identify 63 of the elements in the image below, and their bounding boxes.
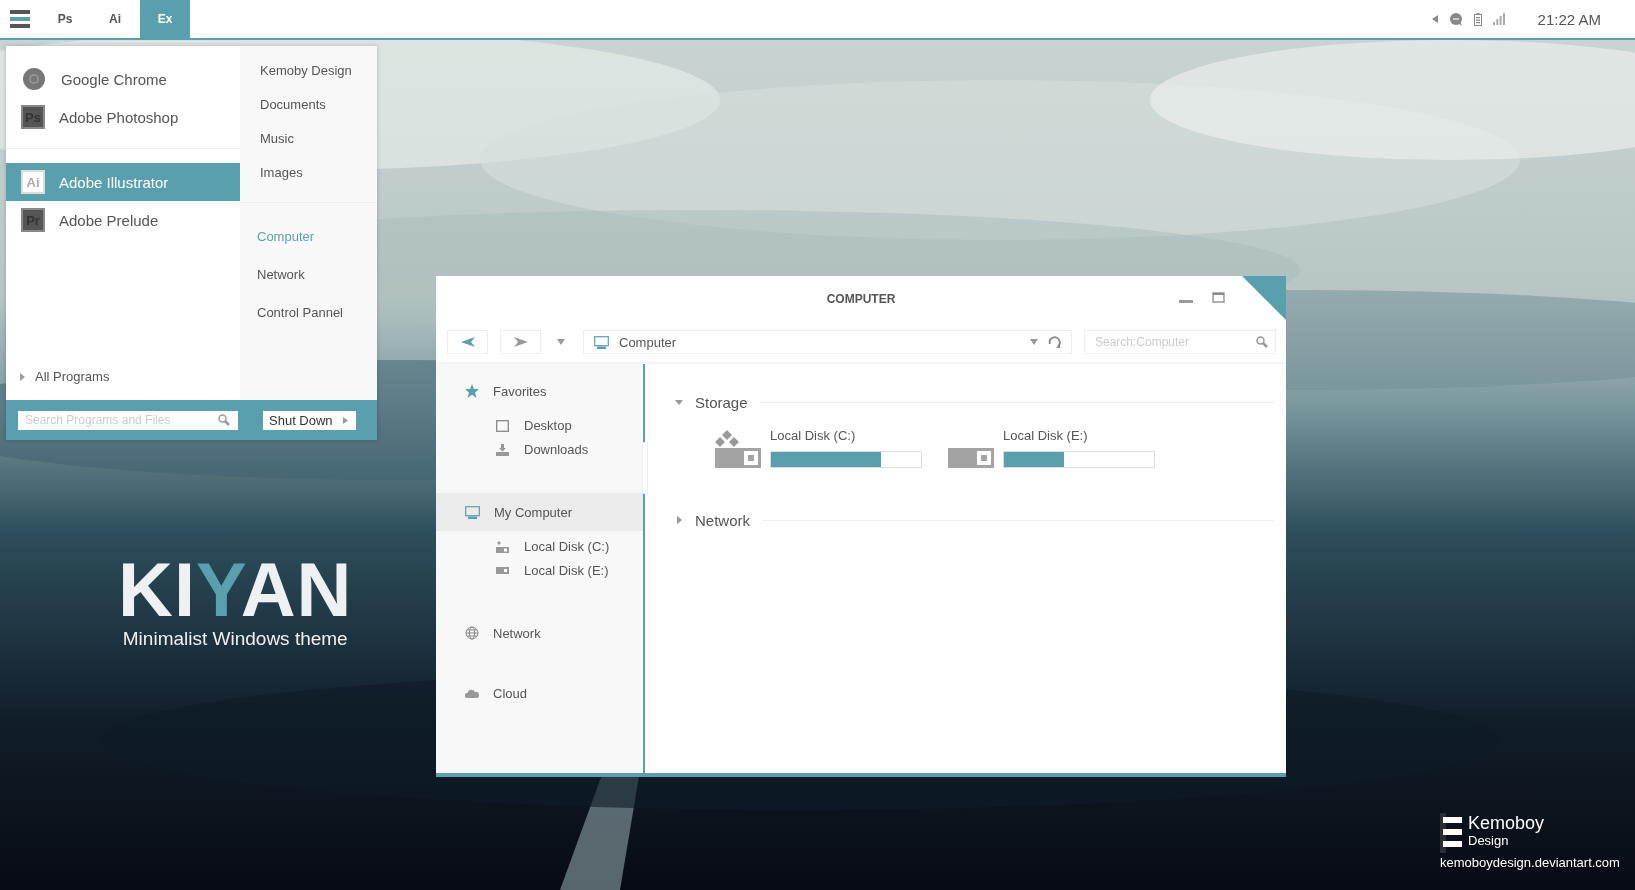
sidebar-item[interactable]: Local Disk (C:): [496, 537, 643, 556]
place-link[interactable]: Documents: [260, 97, 377, 112]
drive-icon: [496, 540, 509, 553]
caret-icon: [20, 372, 25, 381]
section-title: Network: [695, 511, 750, 529]
app-badge-icon: Ai: [21, 170, 45, 194]
caret-icon[interactable]: [557, 339, 565, 345]
program-item[interactable]: Google Chrome: [6, 60, 240, 98]
signal-icon[interactable]: [1492, 13, 1505, 25]
chat-bubble-icon[interactable]: [1448, 12, 1463, 26]
window-title: COMPUTER: [826, 292, 896, 306]
search-icon[interactable]: [1256, 336, 1268, 348]
forward-button[interactable]: [500, 330, 541, 354]
refresh-icon[interactable]: [1048, 335, 1061, 349]
logo: KIYAN: [118, 552, 353, 628]
address-field[interactable]: Computer: [583, 330, 1072, 354]
monitor-icon: [465, 505, 480, 519]
caret-icon[interactable]: [1431, 15, 1438, 23]
clock: 21:22 AM: [1537, 10, 1601, 28]
circle-icon: [23, 68, 45, 90]
sidebar-item[interactable]: Local Disk (E:): [496, 561, 643, 580]
download-icon: [496, 443, 509, 456]
website-url: kemoboydesign.deviantart.com: [1440, 855, 1620, 870]
battery-icon[interactable]: [1473, 12, 1482, 26]
place-link[interactable]: Kemoby Design: [260, 63, 377, 78]
search-icon[interactable]: [218, 414, 230, 426]
maximize-button[interactable]: [1212, 292, 1226, 304]
caret-icon: [342, 416, 348, 424]
place-link[interactable]: Images: [260, 165, 377, 180]
monitor-icon: [594, 335, 609, 349]
sidebar-item[interactable]: Favorites: [436, 372, 643, 410]
logo-icon: [1440, 813, 1462, 853]
caret-icon[interactable]: [1030, 339, 1038, 345]
caret-icon[interactable]: [675, 398, 683, 406]
caret-icon[interactable]: [675, 516, 683, 524]
arrow-right-icon: [513, 337, 528, 347]
drive-icon: [948, 448, 994, 468]
square-icon: [496, 419, 509, 432]
sidebar-item[interactable]: Desktop: [496, 416, 643, 435]
drive-name: Local Disk (C:): [770, 428, 857, 443]
sidebar-item[interactable]: Downloads: [496, 440, 643, 459]
section-title: Storage: [695, 393, 748, 411]
sidebar-item[interactable]: Network: [436, 614, 643, 652]
place-link[interactable]: Network: [257, 267, 377, 282]
resize-handle[interactable]: [642, 442, 648, 494]
drive-icon: [715, 430, 761, 468]
place-link[interactable]: Control Pannel: [257, 305, 377, 320]
arrow-left-icon: [460, 337, 475, 347]
sidebar-item[interactable]: My Computer: [436, 493, 643, 531]
back-button[interactable]: [447, 330, 488, 354]
brand-subtitle: Design: [1468, 833, 1510, 848]
sidebar-item[interactable]: Cloud: [436, 674, 643, 712]
star-icon: [465, 384, 479, 398]
drive-icon: [496, 567, 509, 574]
globe-icon: [465, 626, 479, 640]
all-programs-link[interactable]: All Programs: [20, 369, 110, 384]
place-link[interactable]: Music: [260, 131, 377, 146]
tagline: Minimalist Windows theme: [122, 628, 348, 650]
drive-name: Local Disk (E:): [1003, 428, 1089, 443]
cloud-icon: [465, 688, 479, 698]
shut-down-button[interactable]: Shut Down: [263, 410, 356, 430]
menu-icon: [10, 10, 30, 28]
brand-name: Kemoboy: [1468, 813, 1545, 833]
